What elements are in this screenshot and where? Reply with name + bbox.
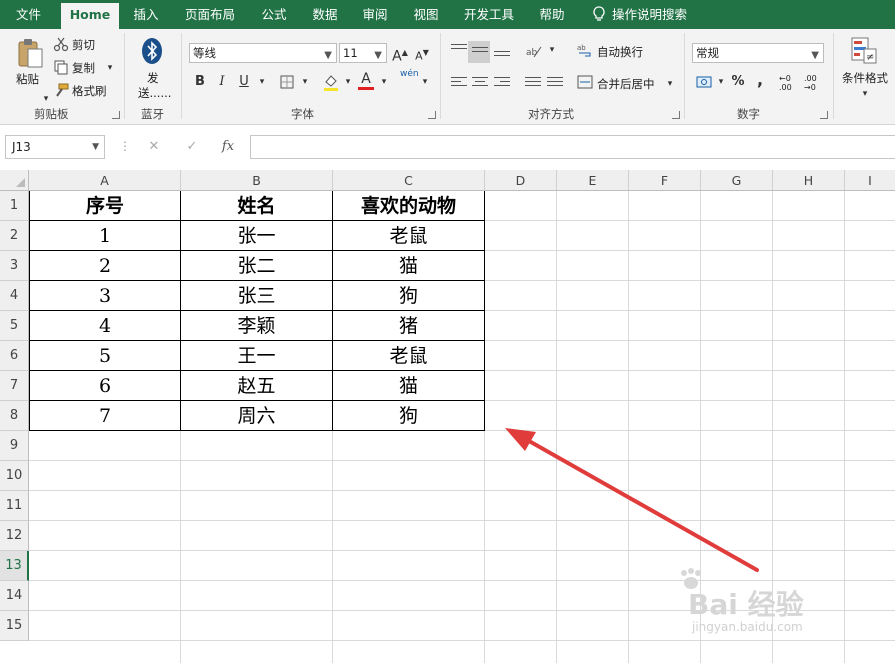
group-divider <box>124 33 125 119</box>
wrap-text-button[interactable]: 自动换行 <box>597 44 643 60</box>
chevron-down-icon[interactable]: ▾ <box>542 40 562 60</box>
tab-review[interactable]: 审阅 <box>356 0 394 29</box>
number-format-value: 常规 <box>696 46 719 60</box>
name-box-value: J13 <box>12 140 31 154</box>
align-center-icon[interactable] <box>472 77 488 89</box>
ribbon-home: 粘贴 ▾ 剪切 复制 ▾ 格式刷 剪贴板 发 送...... 蓝牙 等线 ▼ 1… <box>0 29 895 125</box>
format-painter-button[interactable]: 格式刷 <box>72 83 107 99</box>
chevron-down-icon[interactable]: ▾ <box>855 84 875 104</box>
font-color-swatch <box>358 87 374 90</box>
accounting-format-icon[interactable] <box>696 74 712 90</box>
scissors-icon <box>53 37 69 52</box>
font-launcher[interactable] <box>428 111 436 119</box>
align-top-icon[interactable] <box>451 44 467 56</box>
send-label-1[interactable]: 发 <box>147 70 159 86</box>
group-divider <box>684 33 685 119</box>
chevron-down-icon[interactable]: ▾ <box>252 72 272 92</box>
bold-button[interactable]: B <box>190 72 210 92</box>
underline-button[interactable]: U <box>234 72 254 92</box>
italic-button[interactable]: I <box>212 72 232 92</box>
increase-decimal-button[interactable]: ←0 .00 <box>779 74 801 92</box>
lightbulb-icon <box>593 6 605 21</box>
group-label-bluetooth: 蓝牙 <box>141 107 164 121</box>
wrap-text-icon: ab <box>577 44 591 57</box>
chevron-down-icon[interactable]: ▾ <box>660 74 680 94</box>
increase-indent-icon[interactable] <box>547 77 563 89</box>
copy-button[interactable]: 复制 <box>72 60 95 76</box>
chevron-down-icon: ▼ <box>324 50 332 61</box>
decrease-decimal-button[interactable]: .00 →0 <box>804 74 826 92</box>
name-box[interactable]: J13 ▼ <box>5 135 105 159</box>
align-left-icon[interactable] <box>451 77 467 89</box>
decrease-font-size-button[interactable]: A▼ <box>412 43 432 63</box>
percent-style-button[interactable]: % <box>728 72 748 92</box>
tell-me-search[interactable]: 操作说明搜索 <box>612 0 694 29</box>
ribbon-tab-bar: 文件 Home 插入 页面布局 公式 数据 审阅 视图 开发工具 帮助 操作说明… <box>0 0 895 29</box>
number-launcher[interactable] <box>820 111 828 119</box>
tab-insert[interactable]: 插入 <box>127 0 165 29</box>
group-label-number: 数字 <box>737 107 760 121</box>
send-label-2[interactable]: 送...... <box>138 85 171 101</box>
chevron-down-icon: ▼ <box>374 50 382 61</box>
orientation-icon[interactable]: ab <box>525 43 543 59</box>
svg-text:≠: ≠ <box>866 52 874 63</box>
tab-help[interactable]: 帮助 <box>533 0 571 29</box>
chevron-down-icon: ▼ <box>92 142 99 152</box>
font-size-select[interactable]: 11 ▼ <box>339 43 387 63</box>
borders-icon[interactable] <box>280 75 294 89</box>
comma-style-button[interactable]: , <box>750 70 770 90</box>
watermark-url: jingyan.baidu.com <box>692 620 803 634</box>
group-divider <box>181 33 182 119</box>
number-format-select[interactable]: 常规 ▼ <box>692 43 824 63</box>
formula-bar: J13 ▼ ⋮ ✕ ✓ fx <box>0 125 895 170</box>
enter-entry-button[interactable]: ✓ <box>182 137 202 157</box>
tab-view[interactable]: 视图 <box>407 0 445 29</box>
merge-center-button[interactable]: 合并后居中 <box>597 76 655 92</box>
group-label-clipboard: 剪贴板 <box>34 107 69 121</box>
tab-page-layout[interactable]: 页面布局 <box>180 0 240 29</box>
copy-icon <box>54 60 68 75</box>
group-label-font: 字体 <box>291 107 314 121</box>
tab-developer[interactable]: 开发工具 <box>458 0 520 29</box>
chevron-down-icon[interactable]: ▾ <box>295 72 315 92</box>
formula-input[interactable] <box>250 135 895 159</box>
watermark-brand: Bai 经验 <box>688 588 804 621</box>
cancel-entry-button[interactable]: ✕ <box>144 137 164 157</box>
clipboard-launcher[interactable] <box>112 111 120 119</box>
paste-icon[interactable] <box>16 37 44 69</box>
merge-center-icon <box>577 75 593 89</box>
group-divider <box>833 33 834 119</box>
alignment-launcher[interactable] <box>672 111 680 119</box>
increase-font-size-button[interactable]: A▲ <box>390 43 410 65</box>
group-label-alignment: 对齐方式 <box>528 107 574 121</box>
svg-text:ab: ab <box>577 44 586 52</box>
paste-button[interactable]: 粘贴 <box>16 71 39 87</box>
insert-function-button[interactable]: fx <box>218 137 238 157</box>
svg-text:ab: ab <box>526 48 538 58</box>
align-middle-icon <box>472 47 488 59</box>
font-color-button[interactable]: A <box>356 69 376 89</box>
format-painter-icon <box>56 83 69 97</box>
chevron-down-icon[interactable]: ▾ <box>374 72 394 92</box>
formula-bar-separator: ⋮ <box>119 139 131 153</box>
worksheet-grid[interactable]: A B C D E F G H I 1 2 3 4 5 6 7 8 9 10 1… <box>0 170 895 663</box>
chevron-down-icon: ▼ <box>811 50 819 61</box>
align-right-icon[interactable] <box>494 77 510 89</box>
bluetooth-icon[interactable] <box>141 37 163 65</box>
font-size-value: 11 <box>343 46 358 60</box>
group-divider <box>440 33 441 119</box>
font-name-value: 等线 <box>193 46 216 60</box>
tab-formulas[interactable]: 公式 <box>255 0 293 29</box>
font-name-select[interactable]: 等线 ▼ <box>189 43 337 63</box>
align-bottom-icon[interactable] <box>494 51 510 63</box>
chevron-down-icon[interactable]: ▾ <box>100 58 120 78</box>
tab-home[interactable]: Home <box>61 3 119 29</box>
tab-file[interactable]: 文件 <box>0 0 57 29</box>
chevron-down-icon[interactable]: ▾ <box>415 72 435 92</box>
cut-button[interactable]: 剪切 <box>72 37 95 53</box>
conditional-formatting-icon[interactable]: ≠ <box>851 37 877 65</box>
tab-data[interactable]: 数据 <box>306 0 344 29</box>
chevron-down-icon[interactable]: ▾ <box>338 72 358 92</box>
decrease-indent-icon[interactable] <box>525 77 541 89</box>
